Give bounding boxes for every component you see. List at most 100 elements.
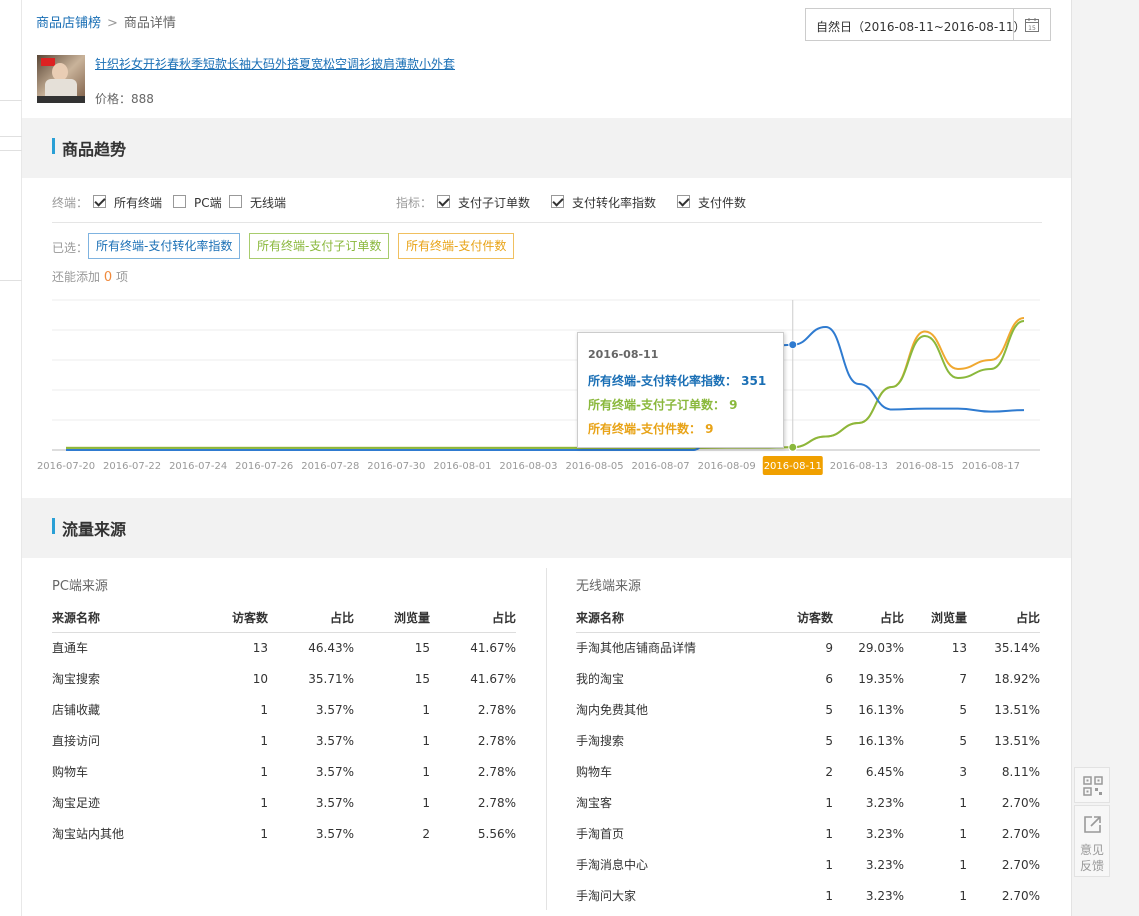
wl-pageviews: 5 bbox=[959, 702, 967, 717]
wl-source-name: 购物车 bbox=[576, 765, 613, 779]
wl-visitor-share: 3.23% bbox=[865, 795, 904, 810]
series-line-2[interactable] bbox=[65, 317, 1025, 449]
breadcrumb-root-link[interactable]: 商品店铺榜 bbox=[36, 16, 101, 31]
wl-visitor-share: 6.45% bbox=[865, 764, 904, 779]
x-tick-label: 2016-08-17 bbox=[962, 461, 1020, 472]
wl-col-pageviews: 浏览量 bbox=[904, 603, 967, 633]
wl-source-name: 我的淘宝 bbox=[576, 672, 625, 686]
wl-pageviews: 1 bbox=[959, 826, 967, 841]
metric-conversion-checkbox[interactable] bbox=[551, 195, 564, 208]
wl-pageviews: 5 bbox=[959, 733, 967, 748]
table-row: 手淘消息中心 1 3.23% 1 2.70% bbox=[576, 849, 1040, 880]
wl-col-name: 来源名称 bbox=[576, 603, 736, 633]
series-point-0[interactable] bbox=[788, 340, 798, 350]
pc-visitors: 1 bbox=[260, 826, 268, 841]
chart-tooltip: 2016-08-11 所有终端-支付转化率指数： 351 所有终端-支付子订单数… bbox=[577, 332, 784, 448]
wl-visitor-share: 3.23% bbox=[865, 857, 904, 872]
series-line-1[interactable] bbox=[65, 320, 1025, 449]
tooltip-row-pieces: 所有终端-支付件数： 9 bbox=[588, 422, 714, 436]
wireless-sources-title: 无线端来源 bbox=[576, 579, 642, 594]
add-remaining-count: 0 bbox=[103, 270, 113, 285]
wl-pageview-share: 8.11% bbox=[1001, 764, 1040, 779]
pc-pageview-share: 2.78% bbox=[477, 733, 516, 748]
table-row: 手淘其他店铺商品详情 9 29.03% 13 35.14% bbox=[576, 632, 1040, 663]
trend-section-title: 商品趋势 bbox=[62, 140, 127, 159]
date-range-picker[interactable]: 自然日（2016-08-11~2016-08-11） 15 bbox=[805, 8, 1051, 41]
metric-pieces-label[interactable]: 支付件数 bbox=[698, 194, 746, 211]
pc-sources-title: PC端来源 bbox=[52, 579, 108, 594]
terminal-all-checkbox[interactable] bbox=[93, 195, 106, 208]
selected-label: 已选： bbox=[52, 241, 89, 255]
metric-pieces-checkbox[interactable] bbox=[677, 195, 690, 208]
pc-visitors: 1 bbox=[260, 764, 268, 779]
series-point-1[interactable] bbox=[788, 442, 798, 452]
breadcrumb-current: 商品详情 bbox=[123, 16, 176, 31]
pc-visitors: 1 bbox=[260, 733, 268, 748]
selected-tag-conversion[interactable]: 所有终端-支付转化率指数 bbox=[88, 233, 241, 259]
wl-source-name: 淘内免费其他 bbox=[576, 703, 649, 717]
wl-pageview-share: 35.14% bbox=[994, 640, 1040, 655]
traffic-section-title: 流量来源 bbox=[62, 520, 127, 539]
wl-source-name: 手淘首页 bbox=[576, 827, 625, 841]
wl-col-pageview-share: 占比 bbox=[967, 603, 1040, 633]
terminal-filter-label: 终端： bbox=[52, 196, 89, 210]
table-row: 淘内免费其他 5 16.13% 5 13.51% bbox=[576, 694, 1040, 725]
selected-tag-sub-orders[interactable]: 所有终端-支付子订单数 bbox=[249, 233, 390, 259]
pc-pageviews: 1 bbox=[422, 795, 430, 810]
wl-visitors: 5 bbox=[825, 702, 833, 717]
wl-pageview-share: 13.51% bbox=[994, 702, 1040, 717]
pc-visitor-share: 46.43% bbox=[308, 640, 354, 655]
table-row: 手淘首页 1 3.23% 1 2.70% bbox=[576, 818, 1040, 849]
product-title-link[interactable]: 针织衫女开衫春秋季短款长袖大码外搭夏宽松空调衫披肩薄款小外套 bbox=[95, 55, 455, 72]
pc-pageview-share: 2.78% bbox=[477, 795, 516, 810]
wl-source-name: 手淘问大家 bbox=[576, 889, 637, 903]
column-divider bbox=[546, 568, 547, 910]
terminal-pc-label[interactable]: PC端 bbox=[194, 194, 222, 211]
trend-section-header: 商品趋势 bbox=[22, 118, 1071, 178]
selected-tag-pieces[interactable]: 所有终端-支付件数 bbox=[398, 233, 515, 259]
pc-source-name: 直接访问 bbox=[52, 734, 101, 748]
qr-code-button[interactable] bbox=[1074, 767, 1110, 803]
table-row: 手淘问大家 1 3.23% 1 2.70% bbox=[576, 880, 1040, 911]
pc-pageviews: 1 bbox=[422, 764, 430, 779]
terminal-wireless-checkbox[interactable] bbox=[229, 195, 242, 208]
svg-text:15: 15 bbox=[1028, 25, 1036, 32]
share-icon bbox=[1084, 816, 1101, 833]
wl-visitors: 1 bbox=[825, 888, 833, 903]
pc-visitor-share: 3.57% bbox=[315, 795, 354, 810]
table-row: 直接访问 1 3.57% 1 2.78% bbox=[52, 725, 516, 756]
pc-visitors: 1 bbox=[260, 795, 268, 810]
x-tick-label: 2016-07-22 bbox=[103, 461, 161, 472]
divider bbox=[52, 222, 1042, 223]
terminal-wireless-label[interactable]: 无线端 bbox=[250, 194, 286, 211]
pc-visitor-share: 35.71% bbox=[308, 671, 354, 686]
feedback-label: 意见反馈 bbox=[1079, 843, 1104, 873]
tooltip-row-sub-orders: 所有终端-支付子订单数： 9 bbox=[588, 398, 738, 412]
pc-col-name: 来源名称 bbox=[52, 603, 182, 633]
metric-sub-orders-checkbox[interactable] bbox=[437, 195, 450, 208]
date-range-text: 自然日（2016-08-11~2016-08-11） bbox=[816, 20, 1026, 34]
main-panel: 商品店铺榜 > 商品详情 自然日（2016-08-11~2016-08-11） 15… bbox=[22, 0, 1071, 916]
pc-visitor-share: 3.57% bbox=[315, 764, 354, 779]
wl-col-visitor-share: 占比 bbox=[833, 603, 904, 633]
series-line-0[interactable] bbox=[65, 325, 1025, 451]
metric-conversion-label[interactable]: 支付转化率指数 bbox=[572, 194, 656, 211]
product-thumbnail[interactable] bbox=[37, 55, 85, 103]
terminal-pc-checkbox[interactable] bbox=[173, 195, 186, 208]
wl-visitor-share: 29.03% bbox=[858, 640, 904, 655]
wl-visitors: 1 bbox=[825, 826, 833, 841]
pc-visitor-share: 3.57% bbox=[315, 826, 354, 841]
x-tick-label: 2016-08-11 bbox=[764, 461, 822, 472]
trend-chart[interactable]: 2016-07-20 2016-07-22 2016-07-24 2016-07-26… bbox=[22, 290, 1071, 480]
wl-visitor-share: 3.23% bbox=[865, 826, 904, 841]
calendar-button[interactable]: 15 bbox=[1013, 9, 1050, 40]
breadcrumb: 商品店铺榜 > 商品详情 bbox=[36, 12, 176, 31]
x-tick-label: 2016-07-30 bbox=[367, 461, 425, 472]
pc-source-name: 淘宝足迹 bbox=[52, 796, 101, 810]
feedback-button[interactable]: 意见反馈 bbox=[1074, 805, 1110, 877]
wl-pageview-share: 2.70% bbox=[1001, 795, 1040, 810]
x-tick-label: 2016-08-09 bbox=[698, 461, 756, 472]
metric-sub-orders-label[interactable]: 支付子订单数 bbox=[458, 194, 530, 211]
terminal-all-label[interactable]: 所有终端 bbox=[114, 194, 162, 211]
add-remaining-note: 还能添加 0 项 bbox=[52, 270, 128, 285]
